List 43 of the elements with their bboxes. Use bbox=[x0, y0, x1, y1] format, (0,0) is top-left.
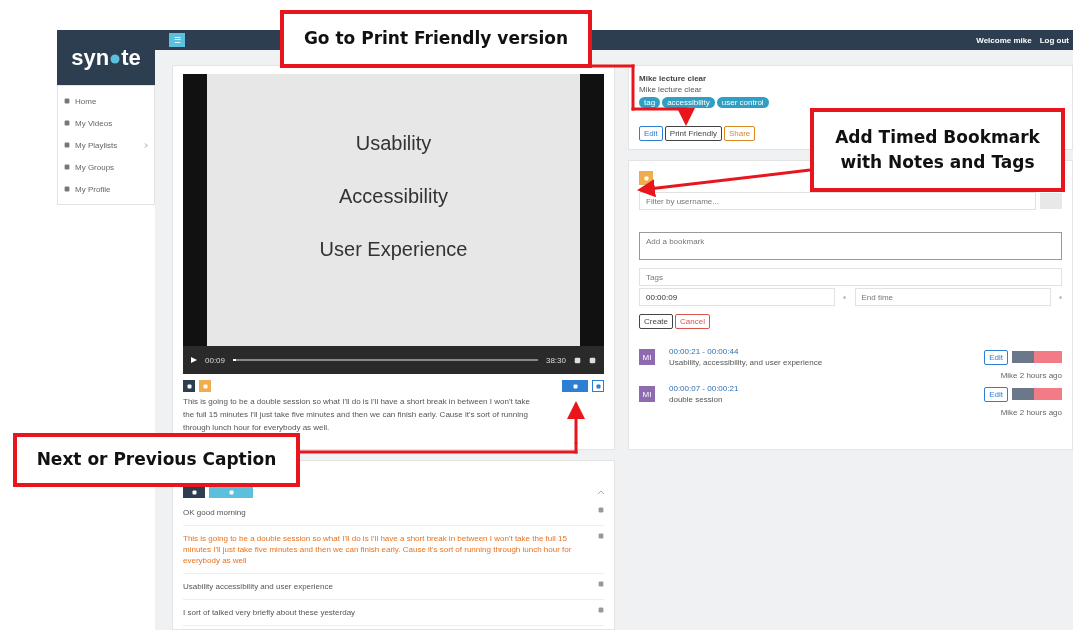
duration: 38:30 bbox=[545, 355, 566, 365]
caption-row[interactable]: I sort of talked very briefly about these yesterday bbox=[183, 600, 604, 626]
tags-field[interactable]: Tags bbox=[639, 268, 1062, 286]
sidebar-item[interactable]: My Profile bbox=[58, 178, 154, 200]
video-player[interactable]: Usability Accessibility User Experience 00:09 38:30 bbox=[183, 74, 604, 374]
sidebar-item[interactable]: My Groups bbox=[58, 156, 154, 178]
logout-link[interactable]: Log out bbox=[1039, 35, 1069, 45]
bookmark-time[interactable]: 00:00:21 - 00:00:44 bbox=[669, 347, 981, 356]
cancel-button[interactable]: Cancel bbox=[675, 314, 710, 329]
start-time-field[interactable]: 00:00:09 bbox=[639, 288, 836, 306]
slide-text: Usability bbox=[355, 132, 432, 155]
sidebar-item[interactable]: My Videos bbox=[58, 112, 154, 134]
caption-row[interactable]: OK good morning bbox=[183, 500, 604, 526]
edit-button[interactable]: Edit bbox=[984, 349, 1008, 365]
callout-text: Next or Previous Caption bbox=[13, 433, 300, 487]
slide-text: Accessibility bbox=[339, 185, 448, 208]
slide-text: User Experience bbox=[319, 238, 468, 261]
bookmark-meta: Mike 2 hours ago bbox=[1000, 371, 1062, 380]
logo: syn te bbox=[57, 30, 155, 85]
sidebar-item[interactable]: Home bbox=[58, 90, 154, 112]
action-button[interactable]: Print Friendly bbox=[664, 126, 722, 141]
action-button[interactable]: Edit bbox=[639, 126, 663, 141]
bookmark-text: double session bbox=[669, 395, 724, 404]
filter-field[interactable]: Filter by username... bbox=[639, 192, 1036, 210]
avatar: MI bbox=[639, 386, 655, 402]
welcome-text: Welcome mike bbox=[976, 35, 1032, 45]
create-button[interactable]: Create bbox=[639, 314, 673, 329]
bookmark-time[interactable]: 00:00:07 - 00:00:21 bbox=[669, 384, 981, 393]
current-time: 00:09 bbox=[205, 355, 226, 365]
caption-row[interactable]: This is going to be a double session so what I'll do is I'll have a short break in between I won't take the full 15 minutes I'll just take five minutes and then we can finish early. Cause it's sort of running through lunch hour for everybody as well bbox=[183, 526, 604, 574]
edit-button[interactable]: Edit bbox=[984, 386, 1008, 402]
bookmark-text: Usability, accessibility, and user experience bbox=[669, 358, 824, 367]
bookmark-meta: Mike 2 hours ago bbox=[1000, 408, 1062, 417]
video-description: Mike lecture clear bbox=[639, 85, 703, 94]
callout-text: Add Timed Bookmark with Notes and Tags bbox=[810, 108, 1065, 192]
transcript-text: This is going to be a double session so what I'll do is I'll have a short break in between I won't take the full 15 minutes I'll just take five minutes and then we can finish early. Cause it's sort of running through lunch hour for everybody as well. bbox=[183, 396, 531, 434]
caption-row[interactable]: Usability accessibility and user experience bbox=[183, 574, 604, 600]
video-title: Mike lecture clear bbox=[639, 74, 708, 83]
callout-text: Go to Print Friendly version bbox=[280, 10, 592, 68]
bookmark-field[interactable]: Add a bookmark bbox=[639, 232, 1062, 260]
end-time-field[interactable]: End time bbox=[854, 288, 1051, 306]
sidebar-item[interactable]: My Playlists bbox=[58, 134, 154, 156]
avatar: MI bbox=[639, 349, 655, 365]
